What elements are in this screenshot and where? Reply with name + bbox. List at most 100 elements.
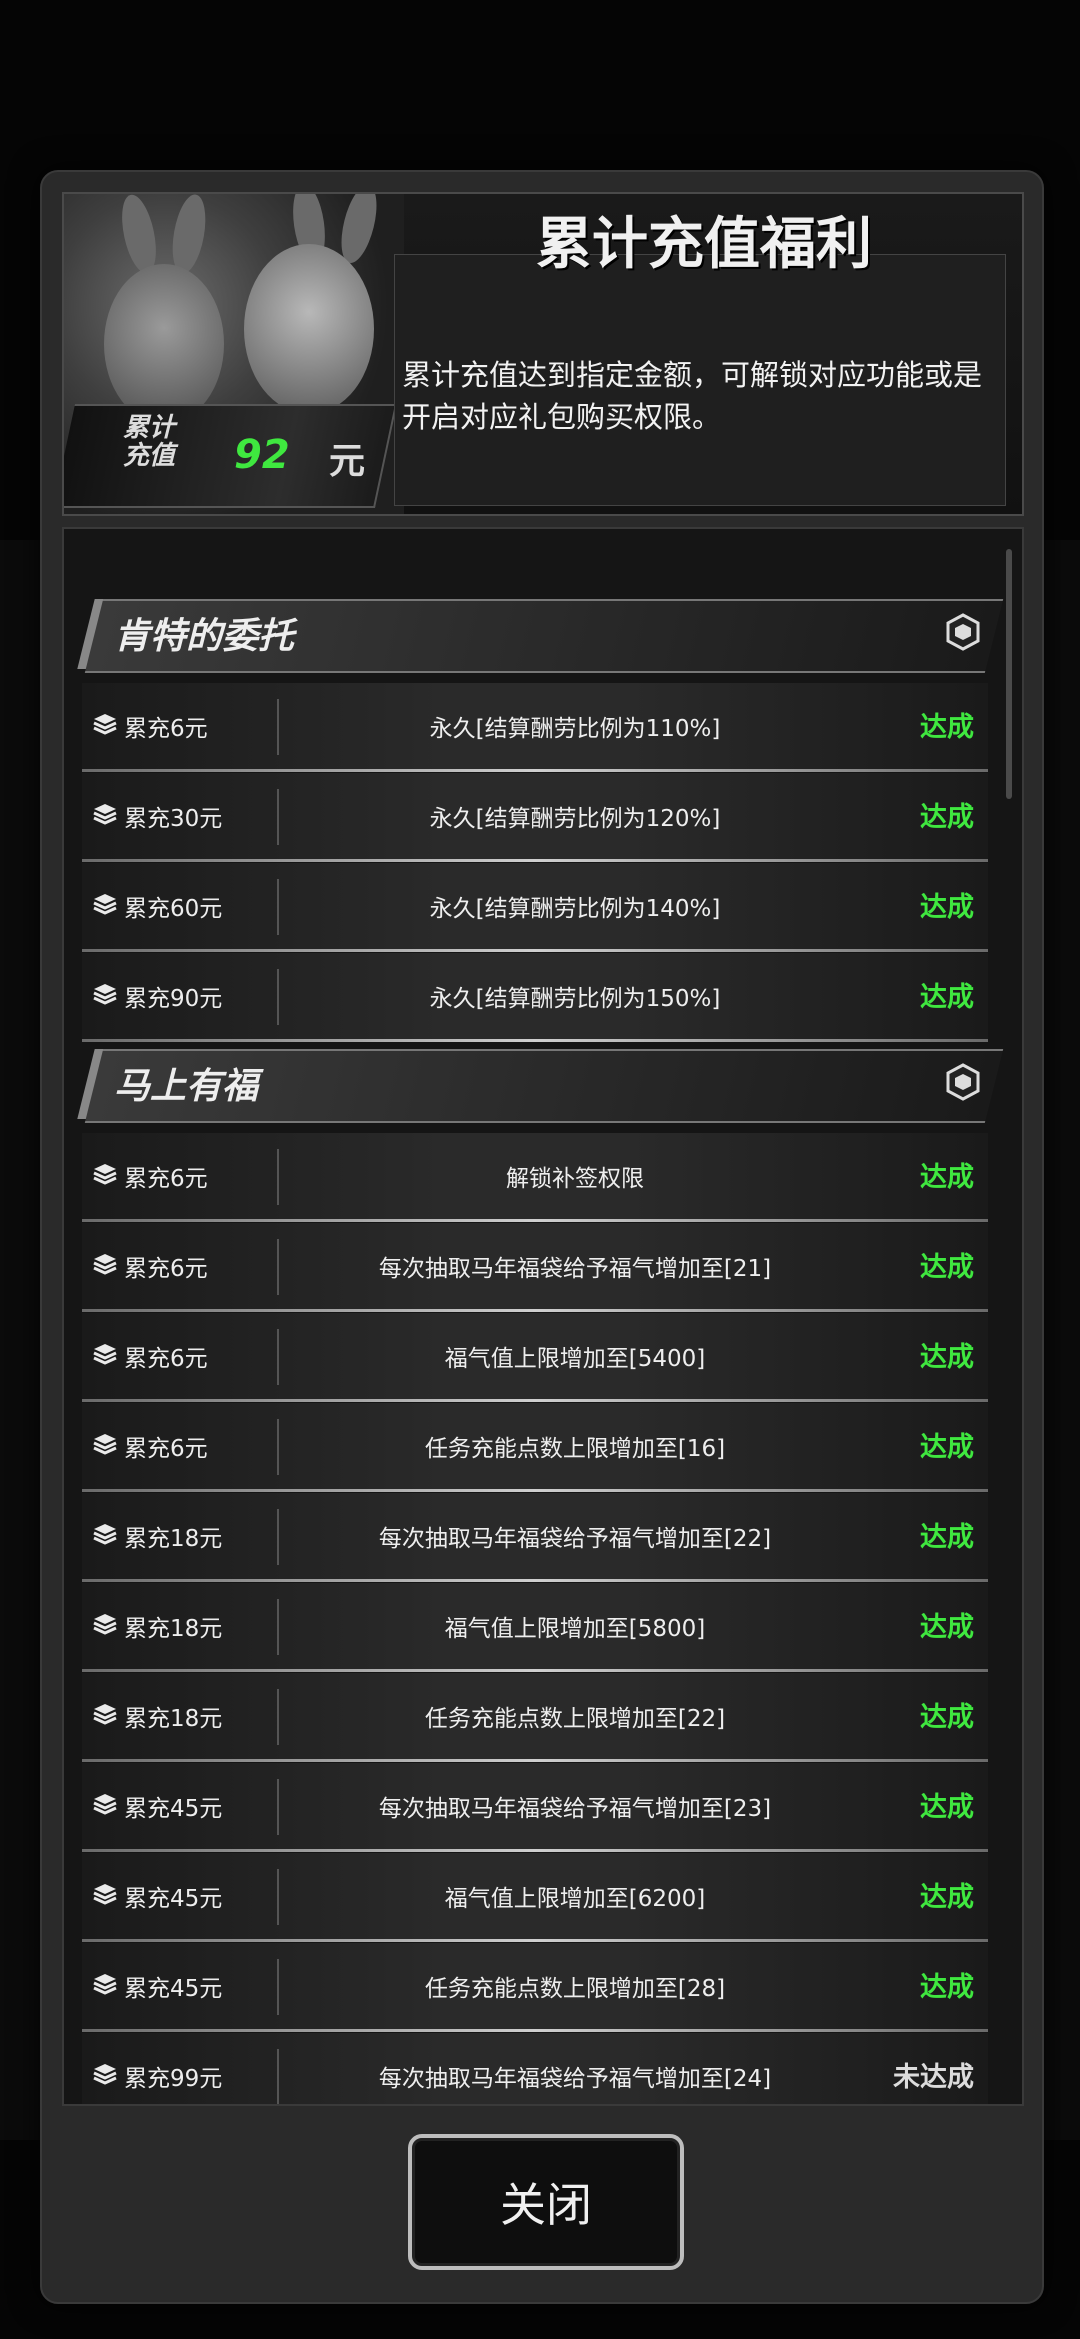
section-title: 马上有福 bbox=[114, 1066, 259, 1107]
recharge-requirement: 累充6元 bbox=[124, 716, 208, 742]
status-badge: 达成 bbox=[920, 1792, 974, 1823]
stack-icon bbox=[92, 1791, 118, 1817]
recharge-requirement: 累充18元 bbox=[124, 1706, 223, 1732]
reward-row: 累充18元 每次抽取马年福袋给予福气增加至[22] 达成 bbox=[82, 1493, 988, 1582]
reward-description: 福气值上限增加至[5400] bbox=[444, 1346, 706, 1372]
divider bbox=[277, 1689, 279, 1745]
divider bbox=[277, 1419, 279, 1475]
stack-icon bbox=[92, 1611, 118, 1637]
stack-icon bbox=[92, 891, 118, 917]
recharge-requirement: 累充99元 bbox=[124, 2066, 223, 2092]
section-title: 肯特的委托 bbox=[114, 616, 295, 657]
dialog-header: 累计 充值 92 元 累计充值福利 累计充值达到指定金额，可解锁对应功能或是开启… bbox=[62, 192, 1024, 516]
recharge-requirement: 累充6元 bbox=[124, 1436, 208, 1462]
scrollbar[interactable] bbox=[1006, 549, 1012, 799]
recharge-requirement: 累充6元 bbox=[124, 1166, 208, 1192]
stack-icon bbox=[92, 1341, 118, 1367]
reward-description: 解锁补签权限 bbox=[506, 1166, 644, 1192]
recharge-requirement: 累充60元 bbox=[124, 896, 223, 922]
reward-description: 福气值上限增加至[6200] bbox=[444, 1886, 706, 1912]
status-badge: 达成 bbox=[920, 802, 974, 833]
reward-list[interactable]: 肯特的委托 累充6元 永久[结算酬劳比例为110%] 达成 累充30元 永久[结算酬劳比例… bbox=[62, 527, 1024, 2106]
stack-icon bbox=[92, 1701, 118, 1727]
divider bbox=[277, 1239, 279, 1295]
recharge-requirement: 累充6元 bbox=[124, 1346, 208, 1372]
status-badge: 达成 bbox=[920, 712, 974, 743]
reward-row: 累充18元 福气值上限增加至[5800] 达成 bbox=[82, 1583, 988, 1672]
recharge-requirement: 累充18元 bbox=[124, 1616, 223, 1642]
status-badge: 达成 bbox=[920, 1522, 974, 1553]
divider bbox=[277, 1509, 279, 1565]
reward-row: 累充60元 永久[结算酬劳比例为140%] 达成 bbox=[82, 863, 988, 952]
reward-row: 累充99元 每次抽取马年福袋给予福气增加至[24] 未达成 bbox=[82, 2033, 988, 2104]
reward-description: 每次抽取马年福袋给予福气增加至[22] bbox=[378, 1526, 772, 1552]
divider bbox=[277, 1599, 279, 1655]
reward-description: 任务充能点数上限增加至[28] bbox=[424, 1976, 726, 2002]
status-badge: 达成 bbox=[920, 1162, 974, 1193]
dialog-title: 累计充值福利 bbox=[536, 211, 872, 277]
status-badge: 达成 bbox=[920, 892, 974, 923]
reward-description: 永久[结算酬劳比例为140%] bbox=[429, 896, 721, 922]
divider bbox=[277, 1149, 279, 1205]
divider bbox=[277, 969, 279, 1025]
status-badge: 达成 bbox=[920, 1882, 974, 1913]
reward-description: 任务充能点数上限增加至[22] bbox=[424, 1706, 726, 1732]
reward-description: 福气值上限增加至[5800] bbox=[444, 1616, 706, 1642]
status-badge: 达成 bbox=[920, 1972, 974, 2003]
total-recharge-amount: 92 bbox=[234, 432, 290, 478]
reward-row: 累充6元 解锁补签权限 达成 bbox=[82, 1133, 988, 1222]
reward-row: 累充6元 任务充能点数上限增加至[16] 达成 bbox=[82, 1403, 988, 1492]
stack-icon bbox=[92, 1161, 118, 1187]
stack-icon bbox=[92, 711, 118, 737]
stack-icon bbox=[92, 2061, 118, 2087]
reward-row: 累充6元 每次抽取马年福袋给予福气增加至[21] 达成 bbox=[82, 1223, 988, 1312]
recharge-requirement: 累充45元 bbox=[124, 1886, 223, 1912]
reward-description: 每次抽取马年福袋给予福气增加至[24] bbox=[378, 2066, 772, 2092]
reward-row: 累充30元 永久[结算酬劳比例为120%] 达成 bbox=[82, 773, 988, 862]
dialog-description: 累计充值达到指定金额，可解锁对应功能或是开启对应礼包购买权限。 bbox=[402, 358, 983, 434]
stack-icon bbox=[92, 1431, 118, 1457]
stack-icon bbox=[92, 1251, 118, 1277]
status-badge: 未达成 bbox=[893, 2062, 974, 2093]
divider bbox=[277, 2049, 279, 2104]
reward-row: 累充45元 每次抽取马年福袋给予福气增加至[23] 达成 bbox=[82, 1763, 988, 1852]
reward-description: 每次抽取马年福袋给予福气增加至[23] bbox=[378, 1796, 772, 1822]
section-info-icon[interactable] bbox=[946, 1063, 980, 1101]
reward-description: 永久[结算酬劳比例为110%] bbox=[429, 716, 721, 742]
reward-description: 永久[结算酬劳比例为150%] bbox=[429, 986, 721, 1012]
recharge-requirement: 累充45元 bbox=[124, 1796, 223, 1822]
divider bbox=[277, 1959, 279, 2015]
divider bbox=[277, 1329, 279, 1385]
reward-description: 永久[结算酬劳比例为120%] bbox=[429, 806, 721, 832]
stack-icon bbox=[92, 1521, 118, 1547]
divider bbox=[277, 789, 279, 845]
status-badge: 达成 bbox=[920, 1252, 974, 1283]
reward-row: 累充45元 福气值上限增加至[6200] 达成 bbox=[82, 1853, 988, 1942]
recharge-requirement: 累充30元 bbox=[124, 806, 223, 832]
divider bbox=[277, 1779, 279, 1835]
divider bbox=[277, 879, 279, 935]
reward-row: 累充6元 永久[结算酬劳比例为110%] 达成 bbox=[82, 683, 988, 772]
stack-icon bbox=[92, 801, 118, 827]
close-button[interactable]: 关闭 bbox=[408, 2134, 684, 2270]
recharge-requirement: 累充90元 bbox=[124, 986, 223, 1012]
stack-icon bbox=[92, 1971, 118, 1997]
stack-icon bbox=[92, 981, 118, 1007]
status-badge: 达成 bbox=[920, 1432, 974, 1463]
recharge-requirement: 累充45元 bbox=[124, 1976, 223, 2002]
section-info-icon[interactable] bbox=[946, 613, 980, 651]
status-badge: 达成 bbox=[920, 1612, 974, 1643]
stack-icon bbox=[92, 1881, 118, 1907]
reward-row: 累充90元 永久[结算酬劳比例为150%] 达成 bbox=[82, 953, 988, 1042]
section-header: 肯特的委托 bbox=[74, 599, 1004, 673]
reward-row: 累充45元 任务充能点数上限增加至[28] 达成 bbox=[82, 1943, 988, 2032]
badge-label: 累计 充值 bbox=[122, 413, 175, 471]
status-badge: 达成 bbox=[920, 982, 974, 1013]
status-badge: 达成 bbox=[920, 1342, 974, 1373]
status-badge: 达成 bbox=[920, 1702, 974, 1733]
divider bbox=[277, 699, 279, 755]
reward-row: 累充18元 任务充能点数上限增加至[22] 达成 bbox=[82, 1673, 988, 1762]
recharge-requirement: 累充6元 bbox=[124, 1256, 208, 1282]
reward-description: 任务充能点数上限增加至[16] bbox=[424, 1436, 726, 1462]
recharge-welfare-dialog: 累计 充值 92 元 累计充值福利 累计充值达到指定金额，可解锁对应功能或是开启… bbox=[40, 170, 1044, 2304]
